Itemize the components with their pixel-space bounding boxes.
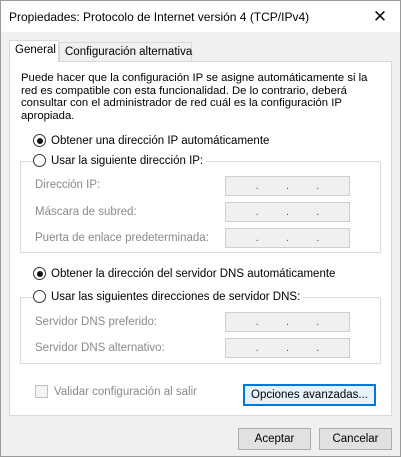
radio-ip-manual[interactable]: Usar la siguiente dirección IP: [33,154,207,167]
dns-alternate-dot-2: . [285,342,290,354]
dns-preferred-field[interactable]: . . . [225,312,350,332]
dns-preferred-dot-2: . [285,316,290,328]
radio-ip-auto-indicator[interactable] [33,134,46,147]
dns-alternate-dot-3: . [316,342,320,354]
dns-alternate-field[interactable]: . . . [225,338,350,358]
dns-preferred-dot-1: . [255,316,259,328]
validate-on-exit-label: Validar configuración al salir [54,385,197,398]
ip-address-label: Dirección IP: [35,179,101,191]
description-text: Puede hacer que la configuración IP se a… [21,72,368,122]
subnet-mask-field[interactable]: . . . [225,202,350,222]
radio-ip-auto-label: Obtener una dirección IP automáticamente [51,134,270,147]
cancel-button[interactable]: Cancelar [319,428,392,450]
window-title: Propiedades: Protocolo de Internet versi… [9,10,310,24]
gateway-dot-2: . [285,232,290,244]
radio-dns-auto-label: Obtener la dirección del servidor DNS au… [51,267,336,280]
radio-ip-manual-label: Usar la siguiente dirección IP: [51,154,204,167]
radio-ip-auto[interactable]: Obtener una dirección IP automáticamente [33,134,273,147]
gateway-field[interactable]: . . . [225,228,350,248]
tab-alternate-config[interactable]: Configuración alternativa [59,42,192,62]
dialog-window: Propiedades: Protocolo de Internet versi… [0,0,401,457]
radio-dns-auto-indicator[interactable] [33,267,46,280]
gateway-dot-3: . [316,232,320,244]
subnet-mask-dot-2: . [285,206,290,218]
subnet-mask-dot-1: . [255,206,259,218]
gateway-label: Puerta de enlace predeterminada: [35,232,209,244]
radio-ip-manual-indicator[interactable] [33,154,46,167]
close-icon[interactable]: ✕ [360,1,400,32]
radio-dns-manual[interactable]: Usar las siguientes direcciones de servi… [33,290,304,303]
title-bar: Propiedades: Protocolo de Internet versi… [1,1,400,32]
tab-general[interactable]: General [9,40,59,62]
radio-dns-auto[interactable]: Obtener la dirección del servidor DNS au… [33,267,339,280]
validate-on-exit[interactable]: Validar configuración al salir [35,385,197,398]
ip-address-field[interactable]: . . . [225,176,350,196]
subnet-mask-label: Máscara de subred: [35,206,137,218]
accept-button[interactable]: Aceptar [238,428,311,450]
dns-preferred-dot-3: . [316,316,320,328]
radio-dns-manual-indicator[interactable] [33,290,46,303]
dns-alternate-dot-1: . [255,342,259,354]
ip-address-dot-2: . [285,180,290,192]
ip-address-dot-1: . [255,180,259,192]
validate-on-exit-checkbox[interactable] [35,385,48,398]
advanced-options-button[interactable]: Opciones avanzadas... [243,384,376,406]
dns-preferred-label: Servidor DNS preferido: [35,316,158,328]
gateway-dot-1: . [255,232,259,244]
subnet-mask-dot-3: . [316,206,320,218]
radio-dns-manual-label: Usar las siguientes direcciones de servi… [51,290,301,303]
ip-address-dot-3: . [316,180,320,192]
dns-alternate-label: Servidor DNS alternativo: [35,342,165,354]
